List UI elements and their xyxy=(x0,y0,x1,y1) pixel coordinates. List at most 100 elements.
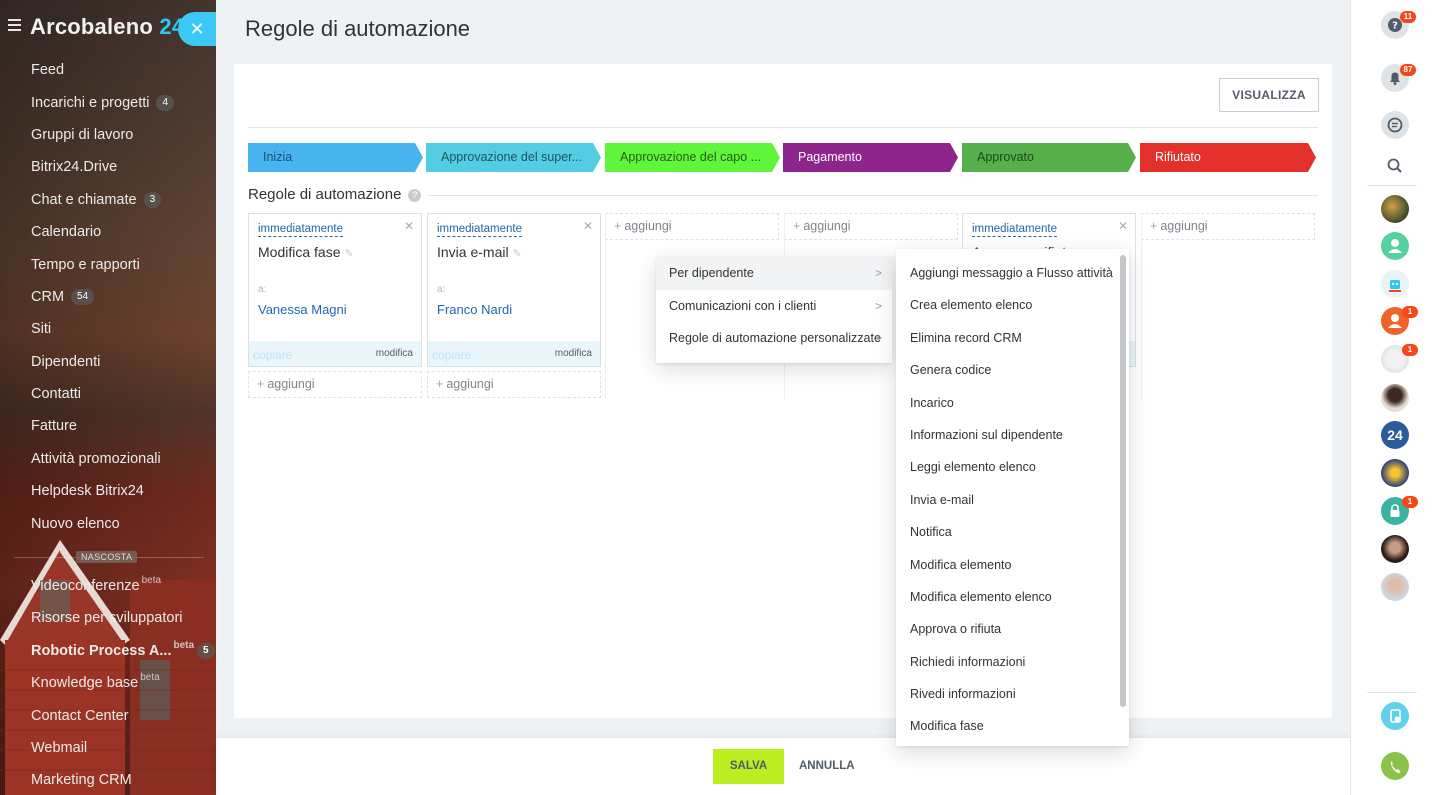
user-avatar-icon[interactable] xyxy=(1381,232,1409,260)
save-button[interactable]: SALVA xyxy=(713,749,784,784)
sidebar-item-helpdesk[interactable]: Helpdesk Bitrix24 xyxy=(31,475,211,507)
sidebar-item-knowledge-base[interactable]: Knowledge base beta xyxy=(31,667,211,699)
sidebar-item-crm[interactable]: CRM 54 xyxy=(31,281,211,313)
menu-item[interactable]: Approva o rifiuta xyxy=(896,613,1118,645)
sidebar-item-drive[interactable]: Bitrix24.Drive xyxy=(31,151,211,183)
sidebar-item-employees[interactable]: Dipendenti xyxy=(31,346,211,378)
menu-item[interactable]: Invia e-mail xyxy=(896,484,1118,516)
sidebar-item-marketing-crm[interactable]: Marketing CRM xyxy=(31,764,211,795)
sidebar-item-tasks[interactable]: Incarichi e progetti 4 xyxy=(31,86,211,118)
plus-icon: + xyxy=(257,377,265,391)
menu-item[interactable]: Leggi elemento elenco xyxy=(896,451,1118,483)
menu-item[interactable]: Rivedi informazioni xyxy=(896,678,1118,710)
sidebar-item-new-list[interactable]: Nuovo elenco xyxy=(31,507,211,539)
stage-approvazione-supervisore[interactable]: Approvazione del super... xyxy=(426,143,593,172)
telephony-icon[interactable] xyxy=(1381,702,1409,730)
sidebar-item-workgroups[interactable]: Gruppi di lavoro xyxy=(31,119,211,151)
automation-rule-card[interactable]: immediatamente ✕ Modifica fase ✎ a: Vanes… xyxy=(248,213,422,367)
menu-item[interactable]: Genera codice xyxy=(896,354,1118,386)
menu-item[interactable]: Modifica elemento elenco xyxy=(896,581,1118,613)
stage-pagamento[interactable]: Pagamento xyxy=(783,143,950,172)
portal-logo[interactable]: Arcobaleno 24 xyxy=(30,14,184,40)
menu-item[interactable]: Aggiungi messaggio a Flusso attività xyxy=(896,257,1118,289)
sidebar-item-videoconference[interactable]: Videoconferenze beta xyxy=(31,570,211,602)
menu-item[interactable]: Richiedi informazioni xyxy=(896,646,1118,678)
pencil-icon[interactable]: ✎ xyxy=(344,248,353,260)
sidebar-item-sites[interactable]: Siti xyxy=(31,313,211,345)
sidebar-item-feed[interactable]: Feed xyxy=(31,54,211,86)
rule-timing-link[interactable]: immediatamente xyxy=(972,223,1058,237)
plus-icon: + xyxy=(436,377,444,391)
sidebar-item-chat[interactable]: Chat e chiamate 3 xyxy=(31,184,211,216)
user-avatar-icon[interactable] xyxy=(1381,535,1409,563)
sidebar-item-contacts[interactable]: Contatti xyxy=(31,378,211,410)
recipient-link[interactable]: Franco Nardi xyxy=(437,302,512,317)
sidebar-item-invoices[interactable]: Fatture xyxy=(31,410,211,442)
bitrix24-icon[interactable]: 24 xyxy=(1381,421,1409,449)
sidebar-item-dev-resources[interactable]: Risorse per sviluppatori xyxy=(31,602,211,634)
menu-item[interactable]: Crea elemento elenco xyxy=(896,289,1118,321)
add-rule-button[interactable]: + aggiungi xyxy=(427,371,601,398)
sidebar-item-rpa[interactable]: Robotic Process A... beta 5 xyxy=(31,635,215,667)
help-icon[interactable]: ? xyxy=(408,188,422,202)
sidebar-item-contact-center[interactable]: Contact Center xyxy=(31,699,211,731)
sidebar-item-webmail[interactable]: Webmail xyxy=(31,732,211,764)
user-avatar-icon[interactable] xyxy=(1381,195,1409,223)
scrollbar[interactable] xyxy=(1120,255,1126,707)
search-icon[interactable] xyxy=(1381,152,1409,180)
delete-rule-icon[interactable]: ✕ xyxy=(583,219,593,233)
edit-link[interactable]: modifica xyxy=(555,348,592,359)
column-divider xyxy=(1141,213,1142,399)
hidden-section-divider[interactable]: NASCOSTA xyxy=(14,546,204,570)
cancel-button[interactable]: ANNULLA xyxy=(799,749,855,784)
menu-item-regole-personalizzate[interactable]: Regole di automazione personalizzate > xyxy=(656,322,892,355)
stage-column-inizia: immediatamente ✕ Modifica fase ✎ a: Vanes… xyxy=(248,213,422,398)
add-rule-button[interactable]: + aggiungi xyxy=(248,371,422,398)
edit-link[interactable]: modifica xyxy=(376,348,413,359)
chat-icon[interactable] xyxy=(1381,111,1409,139)
phone-icon[interactable] xyxy=(1381,752,1409,780)
copy-link[interactable]: copiare xyxy=(432,348,471,362)
menu-item[interactable]: Modifica elemento xyxy=(896,549,1118,581)
add-rule-button[interactable]: + aggiungi xyxy=(1141,213,1315,240)
stage-inizia[interactable]: Inizia xyxy=(248,143,415,172)
rule-timing-link[interactable]: immediatamente xyxy=(258,223,344,237)
menu-item-per-dipendente[interactable]: Per dipendente > xyxy=(656,257,892,290)
menu-item[interactable]: Modifica fase xyxy=(896,710,1118,742)
user-avatar-icon[interactable] xyxy=(1381,573,1409,601)
bot-avatar-icon[interactable] xyxy=(1381,270,1409,298)
visualize-button[interactable]: VISUALIZZA xyxy=(1219,78,1319,112)
sidebar-item-promotions[interactable]: Attività promozionali xyxy=(31,443,211,475)
counter-badge: 4 xyxy=(156,94,175,111)
add-rule-button[interactable]: + aggiungi xyxy=(784,213,958,240)
menu-icon[interactable] xyxy=(8,19,21,34)
automation-rule-card[interactable]: immediatamente ✕ Invia e-mail ✎ a: Franco… xyxy=(427,213,601,367)
menu-item[interactable]: Informazioni sul dipendente xyxy=(896,419,1118,451)
stage-column-approvazione-capo: + aggiungi xyxy=(605,213,779,240)
stage-approvazione-capo[interactable]: Approvazione del capo ... xyxy=(605,143,772,172)
sidebar-item-calendar[interactable]: Calendario xyxy=(31,216,211,248)
sidebar-item-time-reports[interactable]: Tempo e rapporti xyxy=(31,248,211,280)
divider xyxy=(248,127,1318,128)
recipient-link[interactable]: Vanessa Magni xyxy=(258,302,347,317)
menu-item[interactable]: Incarico xyxy=(896,387,1118,419)
add-rule-button[interactable]: + aggiungi xyxy=(605,213,779,240)
pencil-icon[interactable]: ✎ xyxy=(513,248,522,260)
stage-column-rifiutato: + aggiungi xyxy=(1141,213,1315,240)
menu-item[interactable]: Notifica xyxy=(896,516,1118,548)
rule-timing-link[interactable]: immediatamente xyxy=(437,223,523,237)
menu-item-comunicazioni-clienti[interactable]: Comunicazioni con i clienti > xyxy=(656,290,892,323)
stage-rifiutato[interactable]: Rifiutato xyxy=(1140,143,1308,172)
recipient-label: a: xyxy=(437,284,446,295)
delete-rule-icon[interactable]: ✕ xyxy=(404,219,414,233)
chevron-right-icon: > xyxy=(874,298,882,313)
copy-link[interactable]: copiare xyxy=(253,348,292,362)
group-avatar-icon[interactable] xyxy=(1381,459,1409,487)
left-sidebar: Arcobaleno 24 ✕ Feed Incarichi e progett… xyxy=(0,0,216,795)
close-slider-button[interactable]: ✕ xyxy=(178,12,216,46)
menu-item[interactable]: Elimina record CRM xyxy=(896,322,1118,354)
delete-rule-icon[interactable]: ✕ xyxy=(1118,219,1128,233)
user-avatar-icon[interactable] xyxy=(1381,384,1409,412)
stage-approvato[interactable]: Approvato xyxy=(962,143,1128,172)
stage-column-approvazione-supervisore: immediatamente ✕ Invia e-mail ✎ a: Franco… xyxy=(427,213,601,398)
